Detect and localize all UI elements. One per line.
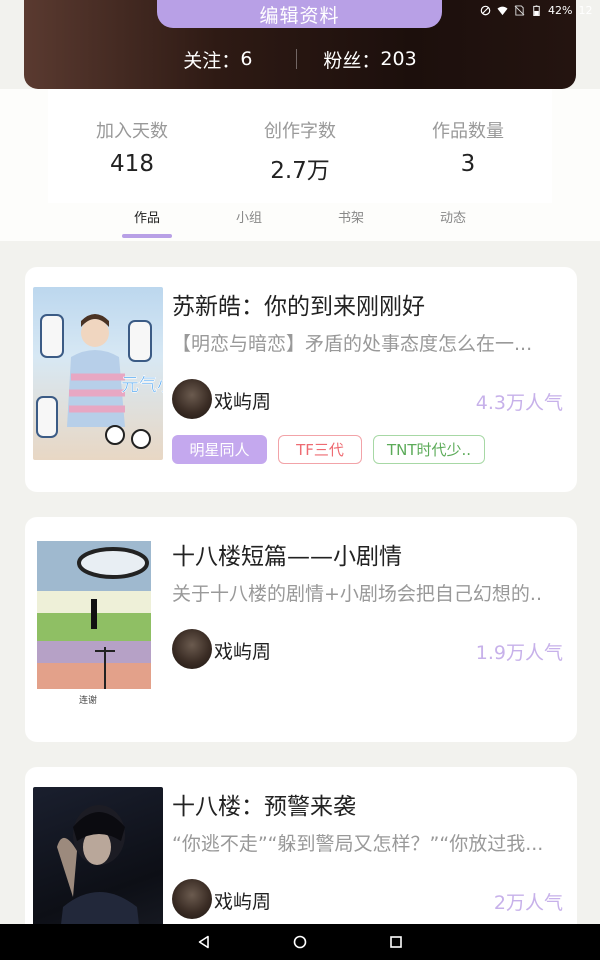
stat-label: 创作字数 [264,121,336,142]
following-label: 关注： [183,49,241,72]
cover-text: 元气小苏 [121,375,163,396]
no-sim-icon [514,4,525,16]
followers-stat[interactable]: 粉丝： 203 [323,46,416,73]
wifi-icon [497,6,508,15]
author-name[interactable]: 戏屿周 [214,387,271,414]
edit-profile-label: 编辑资料 [259,4,340,27]
stat-value: 3 [460,151,476,177]
battery-icon [533,4,540,16]
system-nav-bar [0,924,600,960]
following-stat[interactable]: 关注： 6 [183,46,252,73]
stat-value: 2.7万 [270,158,330,184]
home-button[interactable] [293,935,307,949]
status-bar: 42% 12 [476,0,600,20]
author-name[interactable]: 戏屿周 [214,637,271,664]
popularity-count: 4.3万人气 [475,392,563,414]
do-not-disturb-icon [480,5,491,15]
popularity-count: 1.9万人气 [475,642,563,664]
followers-count: 203 [380,48,417,70]
back-button[interactable] [197,935,211,949]
cover-caption: 连谢 [79,694,97,706]
clock: 12 [578,3,593,17]
back-icon [198,935,209,949]
cover-illustration: 连谢 [37,541,151,706]
work-card[interactable]: 连谢 十八楼短篇——小剧情 关于十八楼的剧情+小剧场会把自己幻想的.. 戏屿周 … [25,517,577,742]
following-count: 6 [240,48,253,70]
recents-icon [390,936,402,948]
follow-stats: 关注： 6 粉丝： 203 [24,44,576,74]
work-title[interactable]: 苏新皓：你的到来刚刚好 [172,287,425,321]
home-icon [293,935,307,949]
tag-star-fanfic[interactable]: 明星同人 [172,435,267,464]
tab-activity[interactable]: 动态 [423,207,483,226]
tab-works[interactable]: 作品 [117,207,177,226]
tag-tf3[interactable]: TF三代 [278,435,362,464]
work-description: “你逃不走”“躲到警局又怎样？”“你放过我... [172,833,544,855]
author-name[interactable]: 戏屿周 [214,887,271,914]
author-avatar[interactable] [172,879,212,919]
work-title[interactable]: 十八楼短篇——小剧情 [172,537,402,571]
tab-groups[interactable]: 小组 [219,207,279,226]
cover-illustration: 元气小苏 [36,314,163,449]
stat-label: 加入天数 [96,121,168,142]
stat-label: 作品数量 [432,121,504,142]
work-description: 【明恋与暗恋】矛盾的处事态度怎么在一... [172,333,533,355]
stat-join-days: 加入天数 418 [48,117,216,177]
work-title[interactable]: 十八楼：预警来袭 [172,787,356,821]
stat-word-count: 创作字数 2.7万 [216,117,384,185]
work-cover-image: 连谢 [33,537,163,710]
stat-works-count: 作品数量 3 [384,117,552,177]
author-avatar[interactable] [172,379,212,419]
work-card[interactable]: 元气小苏 苏新皓：你的到来刚刚好 【明恋与暗恋】矛盾的处事态度怎么在一... 戏… [25,267,577,492]
tab-bookshelf[interactable]: 书架 [321,207,381,226]
popularity-count: 2万人气 [493,892,563,914]
active-tab-indicator [122,234,172,238]
author-avatar[interactable] [172,629,212,669]
tag-tnt[interactable]: TNT时代少.. [373,435,485,464]
stat-value: 418 [110,151,154,177]
battery-level: 42% [548,3,573,17]
followers-label: 粉丝： [323,49,381,72]
follow-divider [296,49,298,69]
work-cover-image: 元气小苏 [33,287,163,460]
work-description: 关于十八楼的剧情+小剧场会把自己幻想的.. [172,583,543,605]
recents-button[interactable] [389,935,403,949]
edit-profile-button[interactable]: 编辑资料 [157,0,442,28]
profile-stats: 加入天数 418 创作字数 2.7万 作品数量 3 [48,89,552,203]
